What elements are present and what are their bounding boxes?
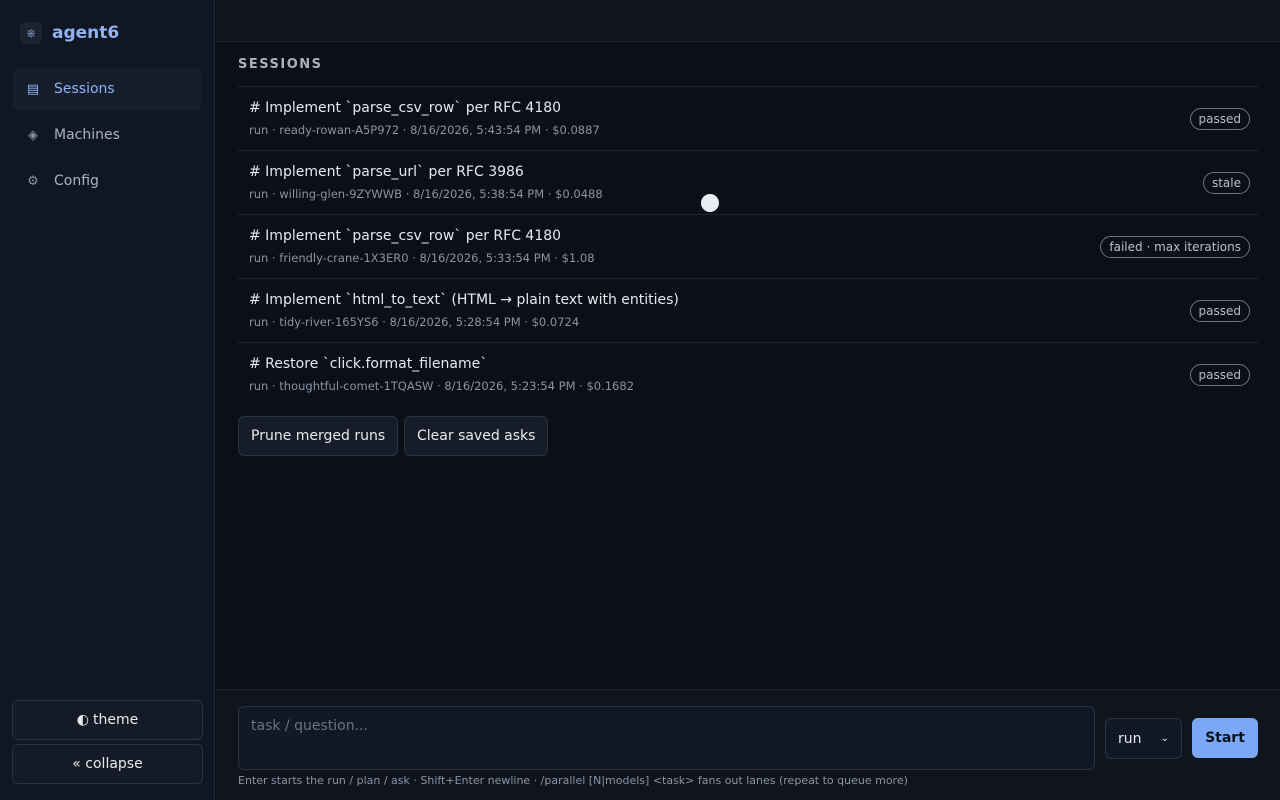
session-row[interactable]: # Restore `click.format_filename` run · … bbox=[238, 342, 1258, 406]
clear-saved-asks-button[interactable]: Clear saved asks bbox=[404, 416, 549, 456]
task-input[interactable] bbox=[238, 706, 1095, 770]
sidebar-item-config[interactable]: ⚙ Config bbox=[13, 160, 202, 202]
session-title: # Implement `parse_csv_row` per RFC 4180 bbox=[249, 100, 562, 116]
collapse-label: « collapse bbox=[72, 756, 143, 772]
session-row[interactable]: # Implement `parse_csv_row` per RFC 4180… bbox=[238, 86, 1258, 150]
session-title: # Restore `click.format_filename` bbox=[249, 356, 488, 372]
session-title: # Implement `parse_url` per RFC 3986 bbox=[249, 164, 524, 180]
list-icon: ▤ bbox=[26, 81, 40, 97]
session-meta: run · tidy-river-165YS6 · 8/16/2026, 5:2… bbox=[249, 315, 580, 329]
session-meta: run · friendly-crane-1X3ER0 · 8/16/2026,… bbox=[249, 251, 595, 265]
status-badge: passed bbox=[1189, 300, 1250, 322]
status-badge: stale bbox=[1202, 172, 1250, 194]
status-badge: failed · max iterations bbox=[1100, 236, 1250, 258]
section-title: SESSIONS bbox=[238, 57, 323, 72]
session-meta: run · willing-glen-9ZYWWB · 8/16/2026, 5… bbox=[249, 187, 603, 201]
sidebar-item-sessions[interactable]: ▤ Sessions bbox=[13, 68, 202, 110]
sidebar: ⎈ agent6 ▤ Sessions ◈ Machines ⚙ Config … bbox=[0, 0, 215, 800]
diamond-icon: ◈ bbox=[28, 127, 38, 143]
top-bar bbox=[216, 0, 1280, 42]
session-title: # Implement `parse_csv_row` per RFC 4180 bbox=[249, 228, 562, 244]
gear-icon: ⚙ bbox=[27, 173, 39, 189]
sessions-list: # Implement `parse_csv_row` per RFC 4180… bbox=[238, 86, 1258, 406]
half-circle-icon: ◐ bbox=[76, 712, 89, 728]
sidebar-item-label: Machines bbox=[54, 127, 120, 143]
chevron-down-icon: ⌄ bbox=[1160, 733, 1169, 744]
agent-logo-icon: ⎈ bbox=[20, 22, 42, 44]
mode-value: run bbox=[1118, 730, 1142, 747]
session-row[interactable]: # Implement `html_to_text` (HTML → plain… bbox=[238, 278, 1258, 342]
app-name: agent6 bbox=[52, 23, 120, 43]
prune-merged-runs-button[interactable]: Prune merged runs bbox=[238, 416, 399, 456]
session-meta: run · ready-rowan-A5P972 · 8/16/2026, 5:… bbox=[249, 123, 600, 137]
sidebar-item-machines[interactable]: ◈ Machines bbox=[13, 114, 202, 156]
brand[interactable]: ⎈ agent6 bbox=[20, 22, 119, 44]
status-badge: passed bbox=[1189, 108, 1250, 130]
start-button[interactable]: Start bbox=[1192, 718, 1258, 758]
mouse-cursor bbox=[701, 194, 719, 212]
theme-button[interactable]: ◐ theme bbox=[12, 700, 203, 740]
sidebar-item-label: Sessions bbox=[54, 81, 115, 97]
collapse-button[interactable]: « collapse bbox=[12, 744, 203, 784]
session-meta: run · thoughtful-comet-1TQASW · 8/16/202… bbox=[249, 379, 635, 393]
theme-label: theme bbox=[92, 712, 139, 728]
mode-select[interactable]: run ⌄ bbox=[1105, 718, 1182, 759]
session-title: # Implement `html_to_text` (HTML → plain… bbox=[249, 292, 679, 308]
session-row[interactable]: # Implement `parse_url` per RFC 3986 run… bbox=[238, 150, 1258, 214]
sidebar-item-label: Config bbox=[54, 173, 99, 189]
status-badge: passed bbox=[1189, 364, 1250, 386]
composer-hint: Enter starts the run / plan / ask · Shif… bbox=[238, 774, 908, 787]
session-row[interactable]: # Implement `parse_csv_row` per RFC 4180… bbox=[238, 214, 1258, 278]
